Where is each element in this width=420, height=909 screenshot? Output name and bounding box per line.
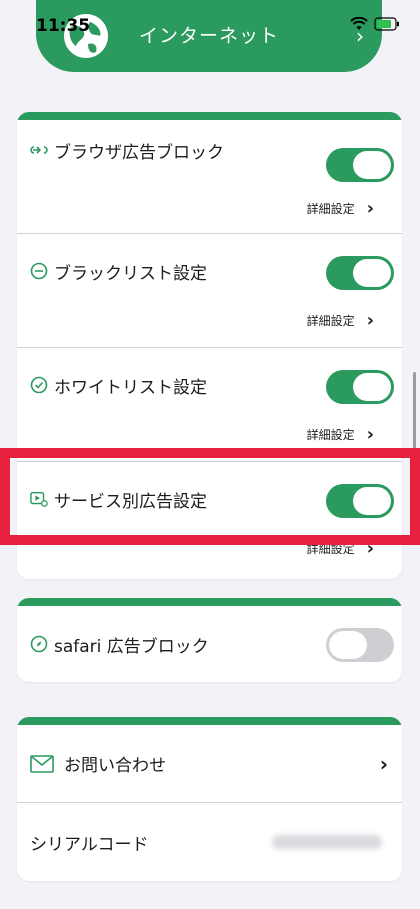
detail-label: 詳細設定 (306, 542, 355, 556)
row-whitelist: ホワイトリスト設定 詳細設定 › (17, 348, 402, 462)
mail-icon (30, 754, 54, 773)
chevron-right-icon: › (366, 538, 374, 559)
card-accent (17, 717, 402, 725)
minus-circle-icon (30, 262, 48, 280)
scrollbar[interactable] (413, 372, 416, 538)
wifi-icon (350, 16, 368, 35)
card-accent (17, 598, 402, 606)
chevron-right-icon: › (379, 751, 388, 776)
row-label: ブラックリスト設定 (54, 263, 207, 284)
block-settings-card: ブラウザ広告ブロック 詳細設定 › ブラックリスト設定 詳細設定 › ホワイトリ… (17, 112, 402, 579)
link-icon (30, 141, 48, 159)
row-label: safari 広告ブロック (54, 636, 209, 657)
row-label: ブラウザ広告ブロック (54, 142, 224, 163)
battery-icon (374, 16, 400, 35)
info-card: お問い合わせ › シリアルコード (17, 717, 402, 881)
chevron-right-icon: › (366, 310, 374, 331)
chevron-right-icon: › (366, 424, 374, 445)
browser-adblock-toggle[interactable] (326, 148, 394, 182)
detail-settings-link[interactable]: 詳細設定 › (307, 310, 374, 331)
safari-adblock-toggle[interactable] (326, 628, 394, 662)
status-time: 11:35 (36, 16, 91, 36)
detail-label: 詳細設定 (306, 428, 355, 442)
header-bar: インターネット › (36, 0, 382, 72)
serial-label: シリアルコード (30, 834, 149, 855)
video-gear-icon (30, 490, 48, 508)
check-circle-icon (30, 376, 48, 394)
row-safari-adblock: safari 広告ブロック (17, 606, 402, 682)
chevron-right-icon: › (366, 198, 374, 219)
contact-label: お問い合わせ (64, 756, 166, 776)
detail-settings-link[interactable]: 詳細設定 › (307, 424, 374, 445)
row-browser-adblock: ブラウザ広告ブロック 詳細設定 › (17, 120, 402, 234)
detail-label: 詳細設定 (306, 314, 355, 328)
row-blacklist: ブラックリスト設定 詳細設定 › (17, 234, 402, 348)
contact-row[interactable]: お問い合わせ › (17, 725, 402, 803)
detail-label: 詳細設定 (306, 202, 355, 216)
blacklist-toggle[interactable] (326, 256, 394, 290)
safari-card: safari 広告ブロック (17, 598, 402, 682)
compass-icon (30, 635, 48, 653)
row-service-ad-settings: サービス別広告設定 詳細設定 › (17, 462, 402, 579)
detail-settings-link[interactable]: 詳細設定 › (307, 538, 374, 559)
page-title: インターネット (138, 24, 279, 47)
serial-value-redacted (272, 835, 382, 849)
status-icons (350, 16, 400, 35)
detail-settings-link[interactable]: 詳細設定 › (307, 198, 374, 219)
card-accent (17, 112, 402, 120)
row-label: ホワイトリスト設定 (54, 377, 207, 398)
service-ad-toggle[interactable] (326, 484, 394, 518)
serial-row: シリアルコード (17, 803, 402, 881)
whitelist-toggle[interactable] (326, 370, 394, 404)
row-label: サービス別広告設定 (54, 491, 207, 512)
